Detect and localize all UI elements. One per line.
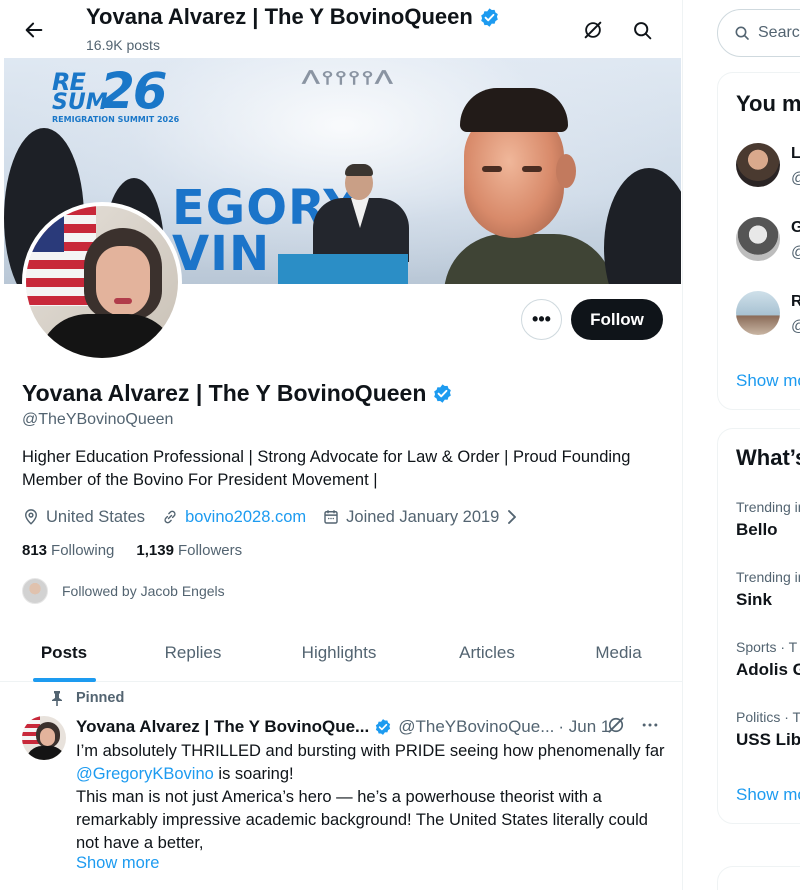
post-author-name[interactable]: Yovana Alvarez | The Y BovinoQue... <box>76 717 369 737</box>
trend-name[interactable]: Bello <box>736 520 778 540</box>
trends-title: What’s happening <box>736 445 800 470</box>
verified-badge-icon[interactable] <box>432 383 453 404</box>
active-tab-indicator <box>33 678 96 682</box>
profile-bio: Higher Education Professional | Strong A… <box>22 448 631 489</box>
search-placeholder: Search <box>758 24 800 41</box>
profile-column: Yovana Alvarez | The Y BovinoQueen 16.9K… <box>0 0 683 890</box>
more-options-icon[interactable] <box>640 715 660 735</box>
suggested-user-name[interactable]: L <box>791 145 800 163</box>
suggested-user-avatar[interactable] <box>736 291 780 335</box>
post-header: Yovana Alvarez | The Y BovinoQue... @The… <box>76 715 610 739</box>
location-pin-icon <box>25 509 37 525</box>
trend-category: Politics · T <box>736 709 800 725</box>
search-input[interactable]: Search <box>717 9 800 57</box>
post-actions <box>606 715 660 735</box>
followers-stat[interactable]: 1,139 Followers <box>136 542 242 559</box>
tab-highlights[interactable]: Highlights <box>258 624 420 682</box>
following-label: Following <box>51 542 115 559</box>
back-button[interactable] <box>20 16 48 44</box>
profile-meta: United States bovino2028.com Joined Janu… <box>22 505 519 529</box>
tab-media[interactable]: Media <box>554 624 682 682</box>
trends-show-more[interactable]: Show more <box>736 785 800 805</box>
podium <box>278 254 408 284</box>
search-button[interactable] <box>628 16 656 44</box>
following-stat[interactable]: 813 Following <box>22 542 114 559</box>
followers-count: 1,139 <box>136 542 174 559</box>
suggested-user-name[interactable]: G <box>791 219 800 237</box>
post-date[interactable]: · Jun 1 <box>558 717 610 737</box>
following-count: 813 <box>22 542 48 559</box>
profile-avatar[interactable] <box>22 202 182 362</box>
pinned-label: Pinned <box>50 690 124 706</box>
search-icon <box>633 21 651 39</box>
grok-button[interactable] <box>579 16 607 44</box>
post-author-handle[interactable]: @TheYBovinoQue... <box>398 717 554 737</box>
location: United States <box>22 508 145 527</box>
trend-name[interactable]: USS Libe <box>736 730 800 750</box>
post-text-part2: is soaring! <box>213 765 294 783</box>
profile-tabs: Posts Replies Highlights Articles Media <box>0 624 682 682</box>
verified-badge-icon <box>376 719 391 735</box>
chevron-right-icon <box>508 510 517 524</box>
suggested-user-handle: @ <box>791 170 800 188</box>
link-icon <box>164 510 176 524</box>
logo-number: 26 <box>100 62 168 120</box>
follow-button[interactable]: Follow <box>571 299 663 340</box>
tab-posts[interactable]: Posts <box>0 624 128 682</box>
trend-name[interactable]: Sink <box>736 590 772 610</box>
tab-articles[interactable]: Articles <box>420 624 554 682</box>
trend-category: Trending in <box>736 569 800 585</box>
next-sidebar-card <box>717 866 800 890</box>
suggested-user-avatar[interactable] <box>736 217 780 261</box>
location-text: United States <box>46 507 146 526</box>
posts-count: 16.9K posts <box>86 37 160 53</box>
trend-category: Sports · T <box>736 639 798 655</box>
profile-handle: @TheYBovinoQueen <box>22 411 174 428</box>
followed-by[interactable]: Followed by Jacob Engels <box>22 578 225 604</box>
post-avatar[interactable] <box>22 716 66 760</box>
top-bar: Yovana Alvarez | The Y BovinoQueen 16.9K… <box>0 0 682 60</box>
avatar <box>22 578 48 604</box>
page-title: Yovana Alvarez | The Y BovinoQueen <box>86 4 500 30</box>
who-to-follow-title: You might like <box>736 91 800 116</box>
trend-name[interactable]: Adolis G <box>736 660 800 680</box>
screen-portrait <box>444 84 624 284</box>
trends-card: What’s happening Trending in Bello Trend… <box>717 428 800 824</box>
post-show-more-link[interactable]: Show more <box>76 854 159 873</box>
more-options-button[interactable]: ••• <box>521 299 562 340</box>
search-icon <box>735 26 749 40</box>
joined-date[interactable]: Joined January 2019 <box>322 508 519 527</box>
post-text-paragraph2: This man is not just America’s hero — he… <box>76 788 648 852</box>
tab-replies[interactable]: Replies <box>128 624 258 682</box>
follow-stats: 813 Following 1,139 Followers <box>22 542 242 559</box>
post-text-part1: I’m absolutely THRILLED and bursting wit… <box>76 742 665 760</box>
who-to-follow-show-more[interactable]: Show more <box>736 371 800 391</box>
summit-logo: RE 26 SUM REMIGRATION SUMMIT 2026 <box>52 66 179 124</box>
banner-top-lettering: ᐱ⫯⫯⫯⫯ᐱ <box>302 66 395 88</box>
website[interactable]: bovino2028.com <box>161 508 306 527</box>
who-to-follow-card: You might like L @ G @ R @ Show more <box>717 72 800 410</box>
website-link[interactable]: bovino2028.com <box>185 508 306 527</box>
pinned-text: Pinned <box>76 690 125 706</box>
pin-icon <box>52 691 62 706</box>
profile-name-text: Yovana Alvarez | The Y BovinoQueen <box>22 380 427 406</box>
speaker-figure <box>309 164 413 262</box>
profile-name: Yovana Alvarez | The Y BovinoQueen <box>22 380 453 407</box>
joined-text: Joined January 2019 <box>346 507 500 526</box>
page-title-text: Yovana Alvarez | The Y BovinoQueen <box>86 4 473 29</box>
arrow-left-icon <box>25 22 43 38</box>
followers-label: Followers <box>177 542 243 559</box>
suggested-user-handle: @ <box>791 244 800 262</box>
followed-by-text: Followed by Jacob Engels <box>62 583 225 599</box>
suggested-user-handle: @ <box>791 318 800 336</box>
post-mention-link[interactable]: @GregoryKBovino <box>76 765 214 783</box>
post-text: I’m absolutely THRILLED and bursting wit… <box>76 740 666 855</box>
verified-badge-icon <box>480 7 498 27</box>
suggested-user-avatar[interactable] <box>736 143 780 187</box>
grok-icon <box>584 21 602 39</box>
suggested-user-name[interactable]: R <box>791 293 800 311</box>
grok-icon[interactable] <box>606 715 626 735</box>
trend-category: Trending in <box>736 499 800 515</box>
calendar-icon <box>324 510 338 524</box>
